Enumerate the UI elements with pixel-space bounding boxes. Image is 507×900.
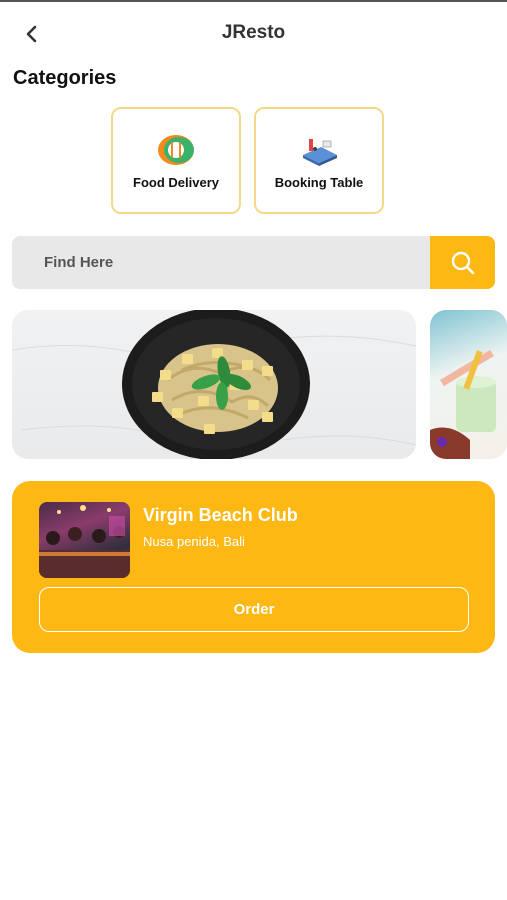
order-button[interactable]: Order: [39, 587, 469, 632]
search-bar: [12, 236, 495, 289]
restaurant-image: [39, 502, 130, 578]
drinks-image: [430, 350, 496, 459]
category-label: Booking Table: [274, 175, 364, 190]
restaurant-card[interactable]: Virgin Beach Club Nusa penida, Bali Orde…: [12, 481, 495, 653]
app-title: JResto: [221, 22, 286, 43]
category-food-delivery[interactable]: Food Delivery: [111, 107, 241, 214]
category-booking-table[interactable]: Booking Table: [254, 107, 384, 214]
category-label: Food Delivery: [133, 175, 219, 190]
banner-slide-pasta[interactable]: [12, 310, 416, 459]
restaurant-name: Virgin Beach Club: [143, 505, 298, 525]
booking-table-icon: [303, 139, 337, 166]
header: JResto: [0, 12, 507, 56]
search-icon: [451, 251, 474, 274]
categories-title: Categories: [13, 67, 117, 89]
food-delivery-icon: [158, 135, 194, 165]
search-input[interactable]: [12, 236, 430, 289]
pasta-dish-image: [12, 310, 416, 459]
restaurant-location: Nusa penida, Bali: [143, 534, 245, 549]
banner-slide-drinks[interactable]: [430, 310, 507, 459]
search-button[interactable]: [430, 236, 495, 289]
top-border: [0, 0, 507, 2]
